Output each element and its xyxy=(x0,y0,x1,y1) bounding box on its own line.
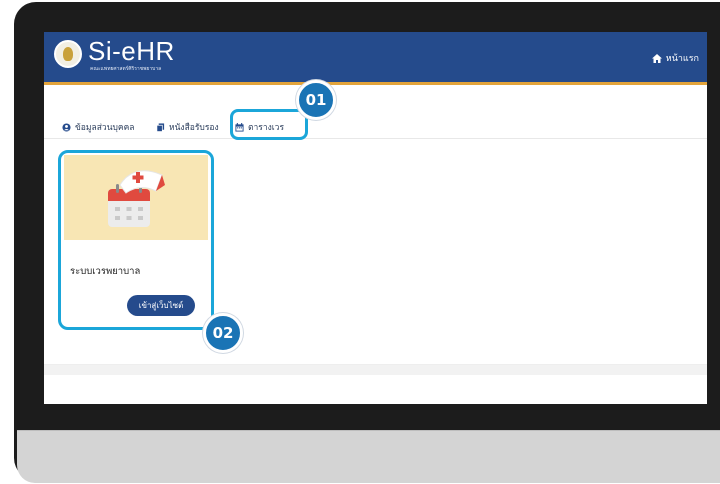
callout-highlight-schedule-tab xyxy=(230,109,308,140)
callout-highlight-card xyxy=(58,150,214,330)
siriraj-seal-icon xyxy=(54,40,82,68)
step-badge-01: 01 xyxy=(296,80,336,120)
step-badge-02: 02 xyxy=(203,313,243,353)
app-logo-subtitle: คณะแพทยศาสตร์ศิริราชพยาบาล xyxy=(90,66,162,72)
tab-label: หนังสือรับรอง xyxy=(169,122,219,132)
home-link[interactable]: หน้าแรก xyxy=(651,51,699,65)
tab-label: ข้อมูลส่วนบุคคล xyxy=(75,122,135,132)
monitor-chin xyxy=(17,430,720,483)
footer-band xyxy=(44,364,707,375)
top-navbar: Si-eHR คณะแพทยศาสตร์ศิริราชพยาบาล หน้าแร… xyxy=(44,32,707,85)
tab-personal-info[interactable]: ข้อมูลส่วนบุคคล xyxy=(62,120,134,134)
copy-icon xyxy=(156,122,165,132)
tab-certificate[interactable]: หนังสือรับรอง xyxy=(156,120,219,134)
home-link-label: หน้าแรก xyxy=(665,53,699,63)
tab-bar: ข้อมูลส่วนบุคคล หนังสือรับรอง ตารางเวร xyxy=(44,116,707,139)
user-circle-icon xyxy=(62,122,71,132)
app-logo-text[interactable]: Si-eHR xyxy=(88,36,175,66)
home-icon xyxy=(651,53,662,63)
